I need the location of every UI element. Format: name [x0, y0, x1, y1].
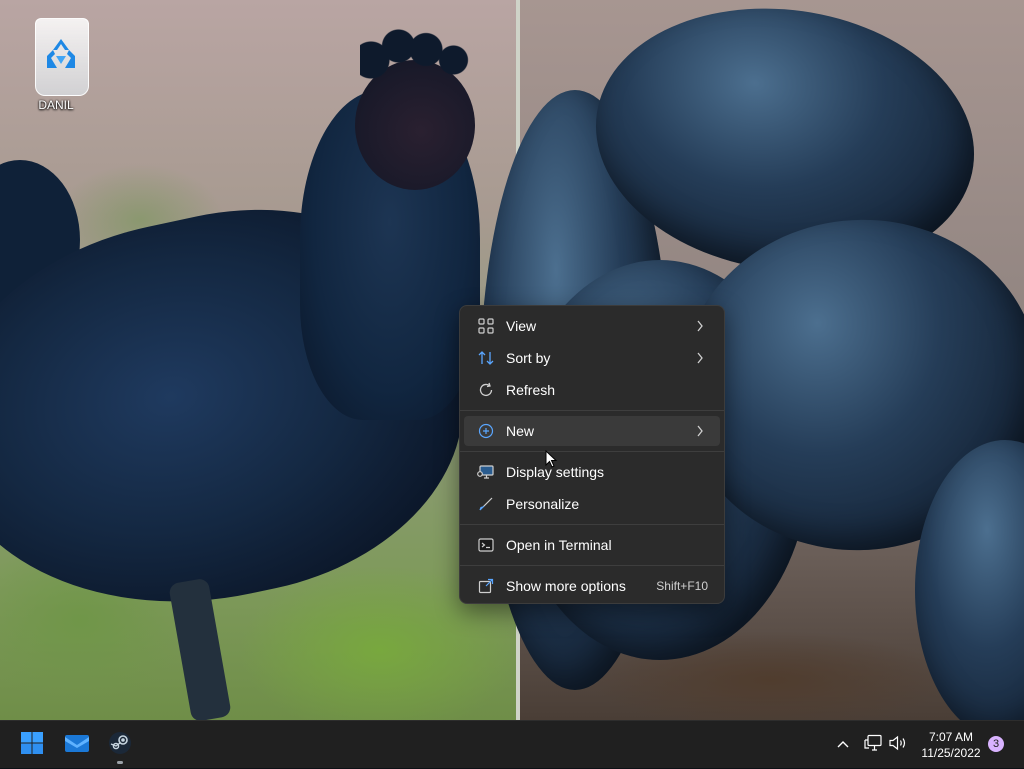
terminal-icon — [476, 535, 496, 555]
steam-icon — [108, 731, 132, 760]
rooster-leg — [168, 577, 232, 720]
grid-view-icon — [476, 316, 496, 336]
plus-circle-icon — [476, 421, 496, 441]
show-hidden-icons-button[interactable] — [836, 721, 850, 769]
chevron-up-icon — [836, 736, 850, 754]
desktop-context-menu: View Sort by Refresh New Display setting… — [459, 305, 725, 604]
brush-icon — [476, 494, 496, 514]
rooster-comb — [360, 18, 470, 88]
clock-date: 11/25/2022 — [921, 746, 981, 760]
menu-separator — [460, 410, 724, 411]
menu-item-label: Refresh — [506, 382, 556, 398]
menu-item-refresh[interactable]: Refresh — [464, 375, 720, 405]
menu-separator — [460, 565, 724, 566]
menu-item-label: New — [506, 423, 535, 439]
chevron-right-icon — [692, 352, 708, 364]
start-button[interactable] — [14, 727, 50, 763]
menu-item-open-in-terminal[interactable]: Open in Terminal — [464, 530, 720, 560]
display-icon — [476, 462, 496, 482]
mail-icon — [64, 733, 90, 758]
chevron-right-icon — [692, 425, 708, 437]
menu-item-label: Open in Terminal — [506, 537, 612, 553]
menu-item-label: Show more options — [506, 578, 626, 594]
windows-logo-icon — [20, 731, 44, 760]
menu-item-new[interactable]: New — [464, 416, 720, 446]
menu-item-label: Display settings — [506, 464, 605, 480]
sort-icon — [476, 348, 496, 368]
notification-badge[interactable]: 3 — [988, 736, 1004, 752]
menu-item-label: View — [506, 318, 537, 334]
menu-separator — [460, 524, 724, 525]
volume-button[interactable] — [888, 721, 908, 769]
menu-item-shortcut: Shift+F10 — [656, 579, 708, 593]
menu-item-view[interactable]: View — [464, 311, 720, 341]
running-indicator — [117, 761, 123, 764]
desktop-icon-recycle-bin[interactable]: DANIL — [18, 8, 94, 112]
menu-item-personalize[interactable]: Personalize — [464, 489, 720, 519]
taskbar-app-mail[interactable] — [59, 727, 95, 763]
network-status-button[interactable] — [864, 721, 884, 769]
refresh-icon — [476, 380, 496, 400]
menu-item-display-settings[interactable]: Display settings — [464, 457, 720, 487]
mouse-cursor-icon — [545, 449, 559, 475]
menu-item-label: Personalize — [506, 496, 580, 512]
menu-item-sort-by[interactable]: Sort by — [464, 343, 720, 373]
recycle-bin-icon — [29, 12, 89, 96]
taskbar: 7:07 AM 11/25/2022 — [0, 720, 1024, 768]
taskbar-app-steam[interactable] — [102, 727, 138, 763]
desktop-icon-label: DANIL — [38, 98, 74, 112]
share-icon — [476, 576, 496, 596]
clock[interactable]: 7:07 AM 11/25/2022 — [912, 729, 990, 761]
chevron-right-icon — [692, 320, 708, 332]
menu-separator — [460, 451, 724, 452]
network-icon — [864, 734, 884, 757]
clock-time: 7:07 AM — [928, 730, 974, 744]
volume-icon — [888, 734, 908, 757]
menu-item-show-more-options[interactable]: Show more options Shift+F10 — [464, 571, 720, 601]
menu-item-label: Sort by — [506, 350, 551, 366]
